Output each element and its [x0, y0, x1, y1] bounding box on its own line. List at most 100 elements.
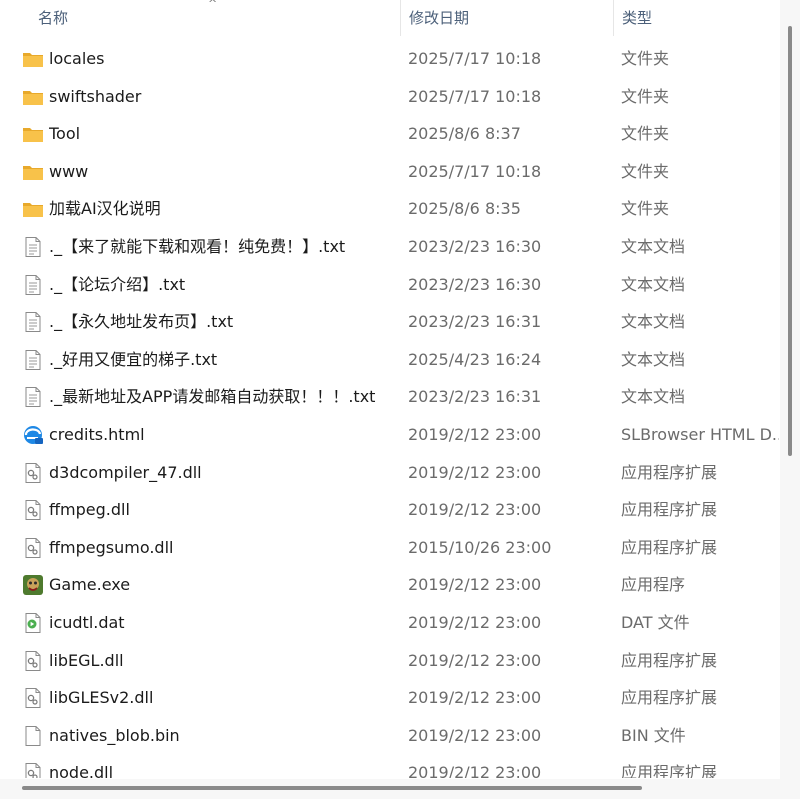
file-row[interactable]: node.dll 2019/2/12 23:00 应用程序扩展 — [0, 754, 780, 778]
file-modified-date: 2019/2/12 23:00 — [408, 462, 542, 482]
dll-icon — [22, 688, 44, 709]
column-header-type[interactable]: 类型 — [613, 0, 780, 36]
file-modified-date: 2019/2/12 23:00 — [408, 575, 542, 595]
file-row[interactable]: swiftshader 2025/7/17 10:18 文件夹 — [0, 78, 780, 116]
file-row[interactable]: credits.html 2019/2/12 23:00 SLBrowser HTM… — [0, 416, 780, 454]
file-row[interactable]: www 2025/7/17 10:18 文件夹 — [0, 153, 780, 191]
file-name: ffmpegsumo.dll — [49, 537, 174, 557]
file-name: d3dcompiler_47.dll — [49, 462, 202, 482]
file-name: icudtl.dat — [49, 613, 125, 632]
column-header-date[interactable]: 修改日期 — [400, 0, 613, 36]
file-modified-date: 2019/2/12 23:00 — [408, 725, 542, 745]
file-modified-date: 2023/2/23 16:30 — [408, 237, 542, 256]
file-modified-date: 2025/4/23 16:24 — [408, 349, 542, 369]
file-name: ._【论坛介绍】.txt — [49, 274, 186, 294]
file-type: 文件夹 — [621, 124, 670, 144]
file-row[interactable]: d3dcompiler_47.dll 2019/2/12 23:00 应用程序扩展 — [0, 454, 780, 492]
file-type: 文本文档 — [621, 237, 686, 256]
file-row[interactable]: ._好用又便宜的梯子.txt 2025/4/23 16:24 文本文档 — [0, 341, 780, 379]
file-type: 应用程序扩展 — [621, 763, 718, 778]
column-header-name[interactable]: 名称 — [30, 0, 400, 36]
browser-icon — [22, 425, 44, 445]
file-type: 文件夹 — [621, 86, 670, 106]
blank-file-icon — [22, 725, 44, 746]
file-name: node.dll — [49, 763, 114, 778]
file-type: 文件夹 — [621, 49, 670, 68]
file-type: 文本文档 — [621, 349, 686, 369]
file-type: 应用程序扩展 — [621, 650, 718, 670]
text-file-icon — [22, 274, 44, 295]
file-name: Tool — [49, 124, 81, 144]
file-type: 应用程序扩展 — [621, 500, 718, 520]
file-name: www — [49, 161, 89, 181]
file-row[interactable]: ._【论坛介绍】.txt 2023/2/23 16:30 文本文档 — [0, 266, 780, 304]
file-name: swiftshader — [49, 86, 142, 106]
file-type: 应用程序扩展 — [621, 462, 718, 482]
folder-icon — [22, 49, 44, 69]
file-modified-date: 2023/2/23 16:31 — [408, 312, 542, 332]
text-file-icon — [22, 312, 44, 333]
file-row[interactable]: ._【永久地址发布页】.txt 2023/2/23 16:31 文本文档 — [0, 303, 780, 341]
file-type: 应用程序扩展 — [621, 688, 718, 708]
file-row[interactable]: ._【来了就能下载和观看！纯免费！】.txt 2023/2/23 16:30 文本文… — [0, 228, 780, 266]
folder-icon — [22, 87, 44, 107]
file-modified-date: 2025/7/17 10:18 — [408, 49, 542, 68]
media-icon — [22, 613, 44, 633]
file-name: ._【来了就能下载和观看！纯免费！】.txt — [49, 237, 346, 256]
file-type: 应用程序扩展 — [621, 537, 718, 557]
file-name: ._最新地址及APP请发邮箱自动获取！！！.txt — [49, 387, 376, 407]
file-row[interactable]: natives_blob.bin 2019/2/12 23:00 BIN 文件 — [0, 717, 780, 755]
file-modified-date: 2025/7/17 10:18 — [408, 86, 542, 106]
file-name: natives_blob.bin — [49, 725, 180, 745]
dll-icon — [22, 500, 44, 521]
file-row[interactable]: ffmpegsumo.dll 2015/10/26 23:00 应用程序扩展 — [0, 529, 780, 567]
text-file-icon — [22, 387, 44, 408]
file-type: 文本文档 — [621, 274, 686, 294]
file-name: Game.exe — [49, 575, 131, 595]
file-type: 应用程序 — [621, 575, 686, 595]
file-modified-date: 2019/2/12 23:00 — [408, 650, 542, 670]
file-modified-date: 2019/2/12 23:00 — [408, 425, 542, 444]
folder-icon — [22, 162, 44, 182]
file-modified-date: 2025/8/6 8:35 — [408, 199, 521, 219]
file-row[interactable]: 加载AI汉化说明 2025/8/6 8:35 文件夹 — [0, 190, 780, 228]
exe-icon — [22, 575, 44, 596]
horizontal-scroll-thumb[interactable] — [22, 786, 642, 790]
file-modified-date: 2015/10/26 23:00 — [408, 537, 552, 557]
file-row[interactable]: Game.exe 2019/2/12 23:00 应用程序 — [0, 566, 780, 604]
file-name: ._【永久地址发布页】.txt — [49, 312, 234, 332]
file-type: DAT 文件 — [621, 613, 690, 632]
file-modified-date: 2019/2/12 23:00 — [408, 613, 542, 632]
file-modified-date: 2019/2/12 23:00 — [408, 688, 542, 708]
file-row[interactable]: libEGL.dll 2019/2/12 23:00 应用程序扩展 — [0, 642, 780, 680]
column-header: ^ 名称 修改日期 类型 — [0, 0, 780, 36]
file-modified-date: 2025/7/17 10:18 — [408, 161, 542, 181]
file-modified-date: 2019/2/12 23:00 — [408, 763, 542, 778]
file-row[interactable]: icudtl.dat 2019/2/12 23:00 DAT 文件 — [0, 604, 780, 642]
vertical-scrollbar[interactable] — [780, 0, 800, 779]
text-file-icon — [22, 237, 44, 257]
folder-icon — [22, 124, 44, 144]
file-type: 文件夹 — [621, 161, 670, 181]
dll-icon — [22, 462, 44, 483]
file-row[interactable]: ._最新地址及APP请发邮箱自动获取！！！.txt 2023/2/23 16:31… — [0, 378, 780, 416]
file-type: 文件夹 — [621, 199, 670, 219]
file-name: ffmpeg.dll — [49, 500, 130, 520]
horizontal-scrollbar[interactable] — [0, 779, 800, 799]
file-type: 文本文档 — [621, 312, 686, 332]
file-name: libGLESv2.dll — [49, 688, 154, 708]
file-modified-date: 2023/2/23 16:31 — [408, 387, 542, 407]
file-row[interactable]: locales 2025/7/17 10:18 文件夹 — [0, 40, 780, 78]
text-file-icon — [22, 349, 44, 370]
file-name: libEGL.dll — [49, 650, 124, 670]
file-name: credits.html — [49, 425, 145, 444]
file-modified-date: 2019/2/12 23:00 — [408, 500, 542, 520]
file-modified-date: 2023/2/23 16:30 — [408, 274, 542, 294]
file-name: 加载AI汉化说明 — [49, 199, 161, 219]
file-row[interactable]: ffmpeg.dll 2019/2/12 23:00 应用程序扩展 — [0, 491, 780, 529]
dll-icon — [22, 537, 44, 558]
file-row[interactable]: Tool 2025/8/6 8:37 文件夹 — [0, 115, 780, 153]
file-row[interactable]: libGLESv2.dll 2019/2/12 23:00 应用程序扩展 — [0, 679, 780, 717]
file-type: BIN 文件 — [621, 725, 686, 745]
vertical-scroll-thumb[interactable] — [788, 26, 792, 456]
